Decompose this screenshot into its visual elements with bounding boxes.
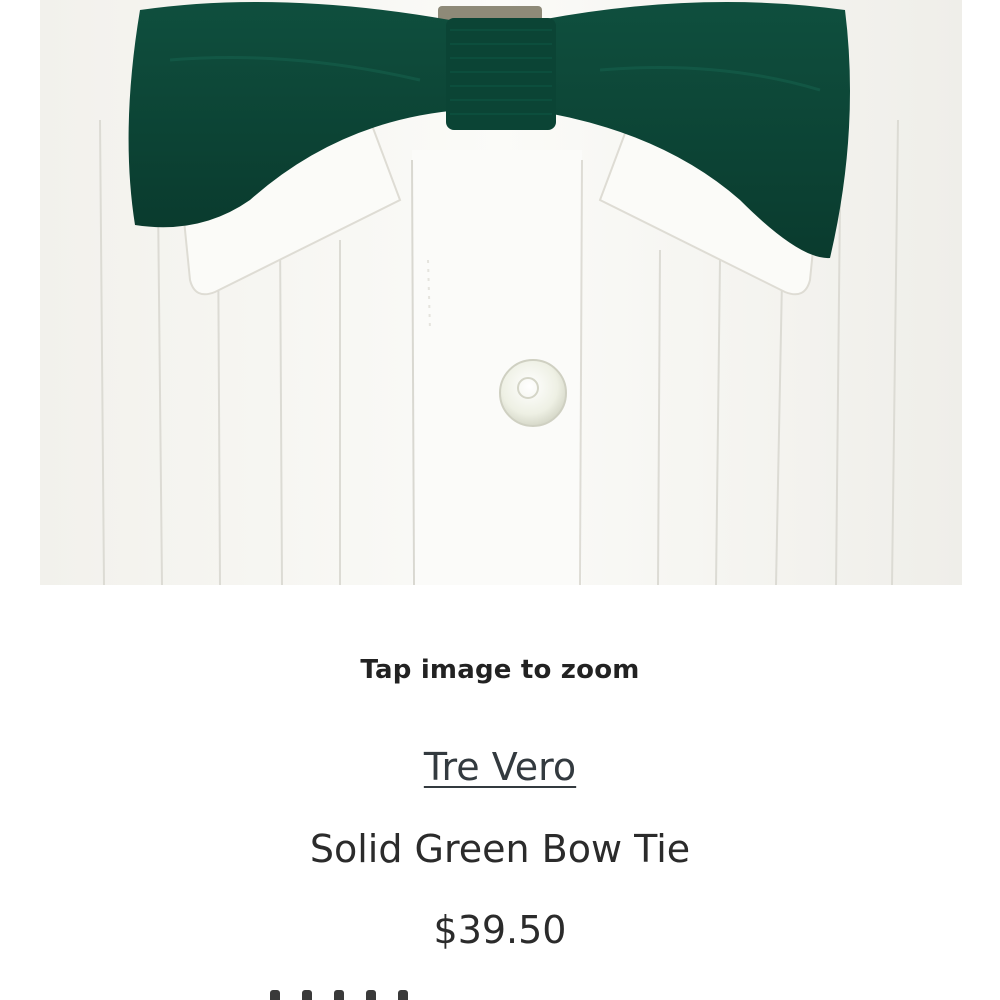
star-icon [398, 990, 408, 1000]
brand-link[interactable]: Tre Vero [424, 745, 576, 789]
product-detail-page: Tap image to zoom Tre Vero Solid Green B… [0, 0, 1000, 1000]
star-icon [366, 990, 376, 1000]
brand-link-container: Tre Vero [0, 742, 1000, 792]
star-icon [270, 990, 280, 1000]
tap-to-zoom-hint: Tap image to zoom [360, 655, 640, 685]
shirt-button [499, 359, 567, 427]
bow-tie-photo [40, 0, 962, 585]
product-image[interactable] [40, 0, 962, 585]
product-price: $39.50 [433, 908, 567, 952]
rating-stars-partial [270, 990, 430, 1000]
star-icon [334, 990, 344, 1000]
star-icon [302, 990, 312, 1000]
product-name: Solid Green Bow Tie [309, 827, 691, 871]
